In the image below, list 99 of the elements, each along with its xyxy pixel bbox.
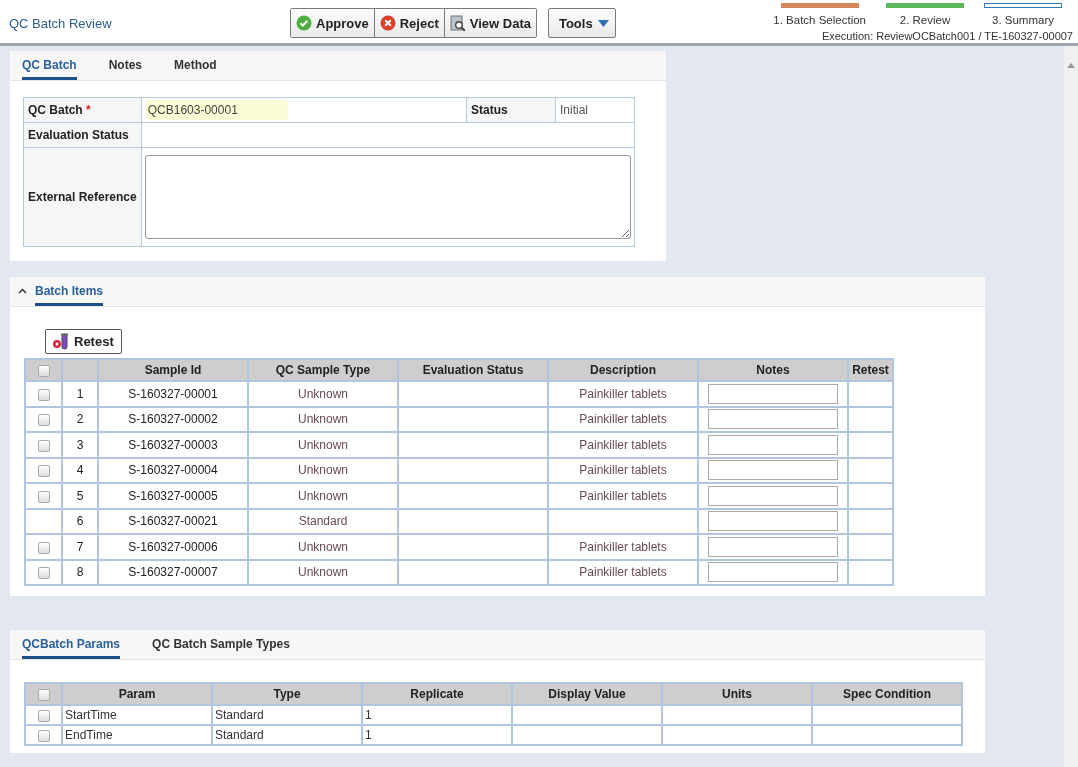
tab[interactable]: QCBatch Params [22, 637, 121, 659]
table-cell: EndTime [62, 725, 212, 745]
tab[interactable]: QC Batch Sample Types [152, 637, 290, 659]
table-cell: Painkiller tablets [548, 483, 698, 509]
table-cell: Unknown [248, 432, 398, 458]
column-header: Retest [848, 359, 893, 381]
scrollbar[interactable] [1064, 46, 1078, 767]
column-header: Type [212, 683, 362, 705]
table-cell: Unknown [248, 534, 398, 560]
table-cell: S-160327-00001 [98, 381, 248, 407]
step-label[interactable]: 1. Batch Selection [773, 14, 866, 26]
row-checkbox[interactable] [37, 414, 50, 427]
column-header: Description [548, 359, 698, 381]
row-checkbox[interactable] [37, 541, 50, 554]
table-cell: 5 [62, 483, 98, 509]
column-header: Sample Id [98, 359, 248, 381]
row-checkbox[interactable] [37, 388, 50, 401]
table-cell: Painkiller tablets [548, 381, 698, 407]
table-cell: S-160327-00021 [98, 508, 248, 534]
notes-field[interactable] [708, 536, 838, 557]
table-cell: Standard [212, 725, 362, 745]
section-title[interactable]: Batch Items [35, 284, 104, 306]
field-label: Status [466, 97, 556, 123]
row-checkbox[interactable] [37, 709, 50, 722]
notes-field[interactable] [708, 434, 838, 455]
tab[interactable]: Method [174, 58, 217, 80]
external-reference-field[interactable] [144, 155, 631, 239]
field-label: External Reference [23, 147, 142, 247]
table-cell: 4 [62, 457, 98, 483]
table-cell: 1 [362, 725, 512, 745]
row-checkbox[interactable] [37, 729, 50, 742]
step-label[interactable]: 2. Review [899, 14, 951, 26]
table-cell: 2 [62, 406, 98, 432]
tools-menu-button[interactable]: Tools [547, 8, 616, 38]
table-cell: Unknown [248, 457, 398, 483]
notes-field[interactable] [708, 562, 838, 583]
toolbar-button[interactable]: Approve [291, 9, 375, 37]
select-all-checkbox[interactable] [37, 364, 50, 377]
table-cell: 6 [62, 508, 98, 534]
execution-label: Execution: ReviewOCBatch001 / TE-160327-00007 [821, 30, 1073, 42]
column-header: Param [62, 683, 212, 705]
table-cell: 8 [62, 559, 98, 585]
tab[interactable]: Notes [108, 58, 143, 80]
table-cell: S-160327-00006 [98, 534, 248, 560]
table-cell: StartTime [62, 705, 212, 725]
toolbar-button[interactable]: View Data [444, 9, 536, 37]
table-cell: 1 [362, 705, 512, 725]
notes-field[interactable] [708, 383, 838, 404]
table-cell: Painkiller tablets [548, 406, 698, 432]
scroll-up-icon[interactable] [1067, 63, 1075, 68]
table-cell: S-160327-00005 [98, 483, 248, 509]
page-title: QC Batch Review [9, 16, 113, 31]
field-label: QC Batch * [23, 97, 142, 123]
row-checkbox[interactable] [37, 490, 50, 503]
table-cell: Unknown [248, 381, 398, 407]
table-cell: S-160327-00004 [98, 457, 248, 483]
table-cell: Standard [212, 705, 362, 725]
column-header: Display Value [512, 683, 662, 705]
table-cell: 3 [62, 432, 98, 458]
table-cell: 1 [62, 381, 98, 407]
status-value: Initial [555, 97, 635, 123]
column-header: Notes [698, 359, 848, 381]
step-label[interactable]: 3. Summary [992, 14, 1054, 26]
table-cell: S-160327-00007 [98, 559, 248, 585]
column-header: Evaluation Status [398, 359, 548, 381]
column-header: QC Sample Type [248, 359, 398, 381]
table-cell: Unknown [248, 559, 398, 585]
row-checkbox[interactable] [37, 567, 50, 580]
field-label: Evaluation Status [23, 122, 142, 148]
column-header: Spec Condition [812, 683, 962, 705]
table-cell: Painkiller tablets [548, 559, 698, 585]
table-cell: Unknown [248, 483, 398, 509]
table-cell: Painkiller tablets [548, 534, 698, 560]
table-cell: S-160327-00002 [98, 406, 248, 432]
retest-button[interactable]: Retest [45, 329, 122, 354]
collapse-icon[interactable] [18, 288, 27, 294]
table-cell: Painkiller tablets [548, 432, 698, 458]
row-checkbox[interactable] [37, 465, 50, 478]
table-cell: Standard [248, 508, 398, 534]
table-cell: Painkiller tablets [548, 457, 698, 483]
test-tube-icon [52, 332, 70, 351]
toolbar-button[interactable]: Reject [374, 9, 445, 37]
select-all-checkbox[interactable] [37, 688, 50, 701]
close-icon [379, 15, 396, 31]
table-cell: Unknown [248, 406, 398, 432]
qc-batch-value: QCB1603-00001 [145, 100, 288, 120]
database-search-icon [449, 14, 466, 32]
column-header: Units [662, 683, 812, 705]
notes-field[interactable] [708, 511, 838, 532]
table-cell: 7 [62, 534, 98, 560]
tab[interactable]: QC Batch [22, 58, 77, 80]
column-header: Replicate [362, 683, 512, 705]
notes-field[interactable] [708, 485, 838, 506]
notes-field[interactable] [708, 409, 838, 430]
row-checkbox[interactable] [37, 439, 50, 452]
table-cell: S-160327-00003 [98, 432, 248, 458]
check-icon [296, 15, 312, 31]
caret-icon [597, 19, 609, 27]
notes-field[interactable] [708, 460, 838, 481]
